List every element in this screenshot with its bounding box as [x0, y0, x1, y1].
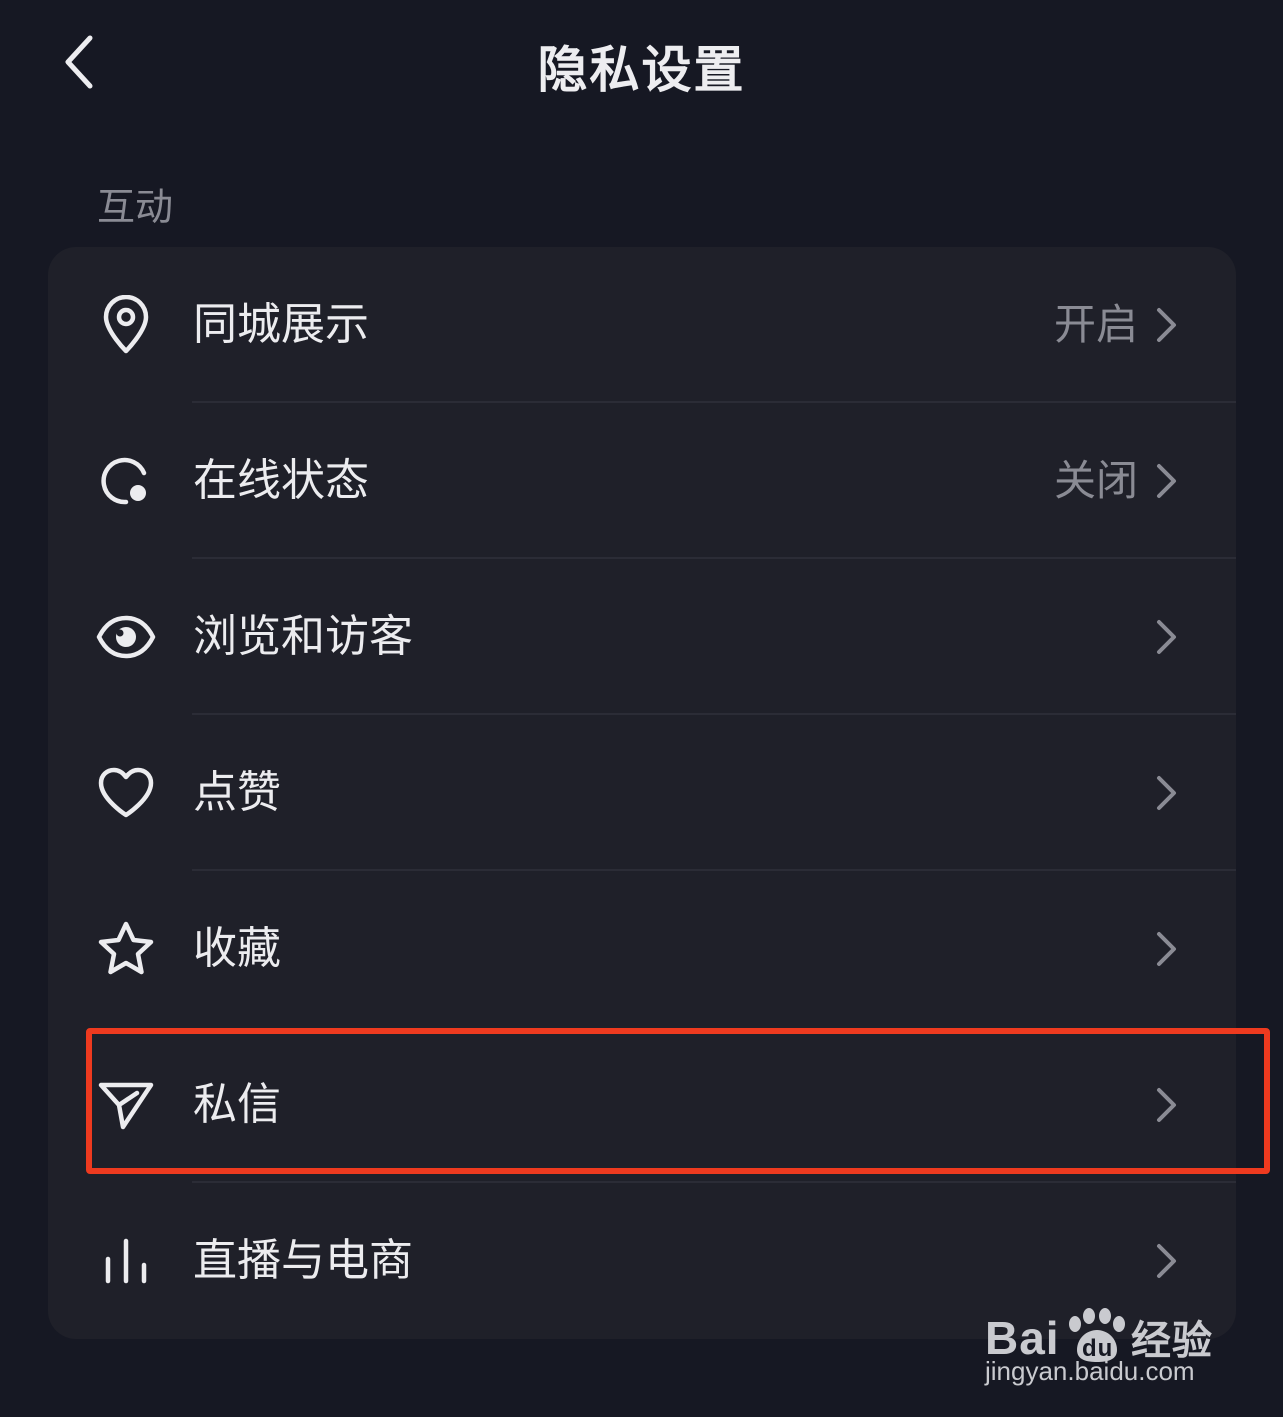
online-status-icon	[94, 449, 158, 513]
chevron-right-icon	[1146, 1085, 1186, 1125]
setting-label: 浏览和访客	[193, 611, 413, 662]
setting-label: 同城展示	[193, 299, 369, 350]
setting-row-visitors[interactable]: 浏览和访客	[48, 559, 1236, 715]
setting-row-live[interactable]: 直播与电商	[48, 1183, 1236, 1339]
setting-row-online[interactable]: 在线状态 关闭	[48, 403, 1236, 559]
setting-value: 开启	[1053, 300, 1138, 349]
chevron-right-icon	[1146, 1241, 1186, 1281]
header-bar: 隐私设置	[0, 0, 1283, 125]
chevron-right-icon	[1146, 773, 1186, 813]
star-icon	[94, 917, 158, 981]
heart-icon	[94, 761, 158, 825]
setting-value: 关闭	[1053, 456, 1138, 505]
setting-row-favorites[interactable]: 收藏	[48, 871, 1236, 1027]
page-title: 隐私设置	[537, 41, 746, 99]
watermark-url: jingyan.baidu.com	[985, 1356, 1195, 1386]
chevron-right-icon	[1146, 461, 1186, 501]
bars-icon	[94, 1229, 158, 1293]
chevron-right-icon	[1146, 305, 1186, 345]
setting-label: 收藏	[193, 923, 281, 974]
setting-label: 直播与电商	[193, 1235, 413, 1286]
settings-card: 同城展示 开启 在线状态 关闭 浏览和访客 点赞 收藏 私信 直播与电商	[48, 247, 1236, 1339]
setting-row-likes[interactable]: 点赞	[48, 715, 1236, 871]
setting-row-messages[interactable]: 私信	[48, 1027, 1236, 1183]
paper-plane-icon	[94, 1073, 158, 1137]
location-pin-icon	[94, 293, 158, 357]
chevron-right-icon	[1146, 617, 1186, 657]
eye-icon	[94, 605, 158, 669]
setting-row-city[interactable]: 同城展示 开启	[48, 247, 1236, 403]
setting-label: 点赞	[193, 767, 281, 818]
setting-label: 在线状态	[193, 455, 369, 506]
svg-text:du: du	[1082, 1335, 1113, 1362]
section-label: 互动	[97, 185, 174, 229]
setting-label: 私信	[193, 1079, 281, 1130]
chevron-right-icon	[1146, 929, 1186, 969]
